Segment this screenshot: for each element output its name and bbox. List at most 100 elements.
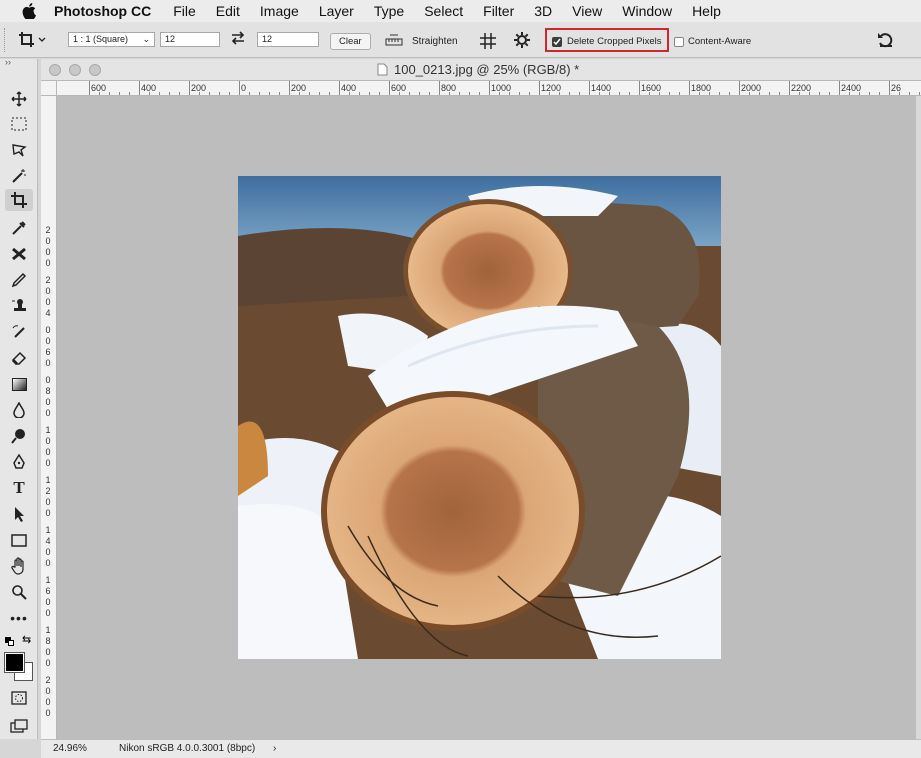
crop-settings-gear-icon[interactable]	[514, 32, 530, 51]
gradient-icon[interactable]	[5, 373, 33, 395]
ruler-label: 0	[45, 447, 51, 457]
crop-width-field[interactable]: 12	[160, 32, 220, 47]
pen-tool-icon[interactable]	[5, 451, 33, 473]
ruler-label: 4	[45, 536, 51, 546]
ruler-label: 0	[45, 458, 51, 468]
brush-tool-icon[interactable]	[5, 269, 33, 291]
chevron-down-icon: ⌄	[142, 34, 150, 44]
ruler-label: 4	[45, 308, 51, 318]
delete-cropped-label[interactable]: Delete Cropped Pixels	[567, 36, 662, 47]
screen-mode-icon[interactable]	[5, 715, 33, 737]
hand-tool-icon[interactable]	[5, 555, 33, 577]
panel-collapse-icon[interactable]: ››	[5, 57, 11, 67]
path-selection-icon[interactable]	[5, 503, 33, 525]
ruler-major-tick	[589, 81, 590, 95]
overlay-grid-icon[interactable]	[479, 32, 497, 53]
vertical-scrollbar[interactable]	[916, 96, 921, 739]
ruler-label: 0	[45, 247, 51, 257]
ruler-label: 8	[45, 386, 51, 396]
menu-help[interactable]: Help	[692, 3, 721, 19]
marquee-tool-icon[interactable]	[5, 113, 33, 135]
menu-3d[interactable]: 3D	[534, 3, 552, 19]
ruler-major-tick	[489, 81, 490, 95]
menu-window[interactable]: Window	[622, 3, 672, 19]
eyedropper-icon[interactable]	[5, 217, 33, 239]
document-profile-info: Nikon sRGB 4.0.0.3001 (8bpc)	[119, 743, 256, 754]
content-aware-checkbox[interactable]	[674, 37, 684, 47]
ruler-label: 0	[45, 236, 51, 246]
ruler-label: 0	[45, 336, 51, 346]
ruler-label: 0	[45, 358, 51, 368]
swap-colors-icon[interactable]: ⇆	[22, 633, 31, 646]
ruler-label: 0	[45, 547, 51, 557]
straighten-icon[interactable]	[385, 34, 403, 50]
ruler-major-tick	[689, 81, 690, 95]
close-window-button[interactable]	[49, 64, 61, 76]
ruler-label: 2	[45, 225, 51, 235]
straighten-label[interactable]: Straighten	[412, 36, 458, 47]
ruler-major-tick	[139, 81, 140, 95]
ratio-preset-value: 1 : 1 (Square)	[73, 34, 129, 44]
ruler-major-tick	[389, 81, 390, 95]
lasso-tool-icon[interactable]	[5, 139, 33, 161]
menu-view[interactable]: View	[572, 3, 602, 19]
type-tool-icon[interactable]: T	[5, 477, 33, 499]
minimize-window-button[interactable]	[69, 64, 81, 76]
ruler-label: 0	[45, 325, 51, 335]
history-brush-icon[interactable]	[5, 321, 33, 343]
menu-layer[interactable]: Layer	[319, 3, 354, 19]
ruler-label: 0	[45, 608, 51, 618]
default-colors-icon[interactable]	[5, 637, 15, 647]
zoom-level-field[interactable]: 24.96%	[53, 743, 87, 754]
quick-mask-icon[interactable]	[5, 687, 33, 709]
menu-file[interactable]: File	[173, 3, 196, 19]
ruler-label: 1	[45, 475, 51, 485]
menu-select[interactable]: Select	[424, 3, 463, 19]
move-tool-icon[interactable]	[5, 88, 33, 110]
ruler-label: 6	[45, 347, 51, 357]
horizontal-ruler[interactable]: 600 400 200 0 200 400 600 800 1000 1200 1400 1600 18…	[57, 81, 921, 96]
status-menu-arrow-icon[interactable]: ›	[273, 743, 276, 754]
options-grip[interactable]	[4, 28, 7, 52]
ratio-preset-select[interactable]: 1 : 1 (Square) ⌄	[68, 32, 155, 47]
apple-menu-icon[interactable]	[18, 3, 40, 19]
rectangle-tool-icon[interactable]	[5, 529, 33, 551]
app-name-menu[interactable]: Photoshop CC	[54, 3, 151, 19]
menu-edit[interactable]: Edit	[216, 3, 240, 19]
eraser-icon[interactable]	[5, 347, 33, 369]
crop-height-field[interactable]: 12	[257, 32, 319, 47]
healing-brush-icon[interactable]	[5, 243, 33, 265]
dodge-tool-icon[interactable]	[5, 425, 33, 447]
document-title[interactable]: 100_0213.jpg @ 25% (RGB/8) *	[394, 62, 579, 77]
clear-button[interactable]: Clear	[330, 33, 371, 50]
more-tools-icon[interactable]: •••	[5, 607, 33, 629]
foreground-color-swatch[interactable]	[4, 652, 25, 673]
crop-tool-preset-icon[interactable]	[18, 31, 48, 52]
crop-tool-icon[interactable]	[5, 189, 33, 211]
ruler-major-tick	[739, 81, 740, 95]
magic-wand-icon[interactable]	[5, 165, 33, 187]
ruler-label: 1	[45, 525, 51, 535]
vertical-ruler[interactable]: 2000200400600800100012001400160018002000	[41, 96, 57, 739]
menu-type[interactable]: Type	[374, 3, 404, 19]
ruler-label: 0	[45, 297, 51, 307]
delete-cropped-checkbox[interactable]	[552, 37, 562, 47]
document-image[interactable]	[238, 176, 721, 659]
clone-stamp-icon[interactable]	[5, 295, 33, 317]
ruler-major-tick	[239, 81, 240, 95]
canvas-area[interactable]	[57, 96, 916, 739]
ruler-major-tick	[189, 81, 190, 95]
ruler-label: 0	[45, 286, 51, 296]
menu-image[interactable]: Image	[260, 3, 299, 19]
zoom-window-button[interactable]	[89, 64, 101, 76]
ruler-origin[interactable]	[41, 81, 57, 96]
reset-crop-icon[interactable]	[877, 31, 895, 52]
swap-dimensions-icon[interactable]	[230, 30, 246, 49]
ruler-major-tick	[539, 81, 540, 95]
menu-filter[interactable]: Filter	[483, 3, 514, 19]
blur-tool-icon[interactable]	[5, 399, 33, 421]
zoom-tool-icon[interactable]	[5, 581, 33, 603]
ruler-label: 1	[45, 425, 51, 435]
content-aware-label[interactable]: Content-Aware	[688, 36, 751, 47]
ruler-label: 0	[45, 408, 51, 418]
